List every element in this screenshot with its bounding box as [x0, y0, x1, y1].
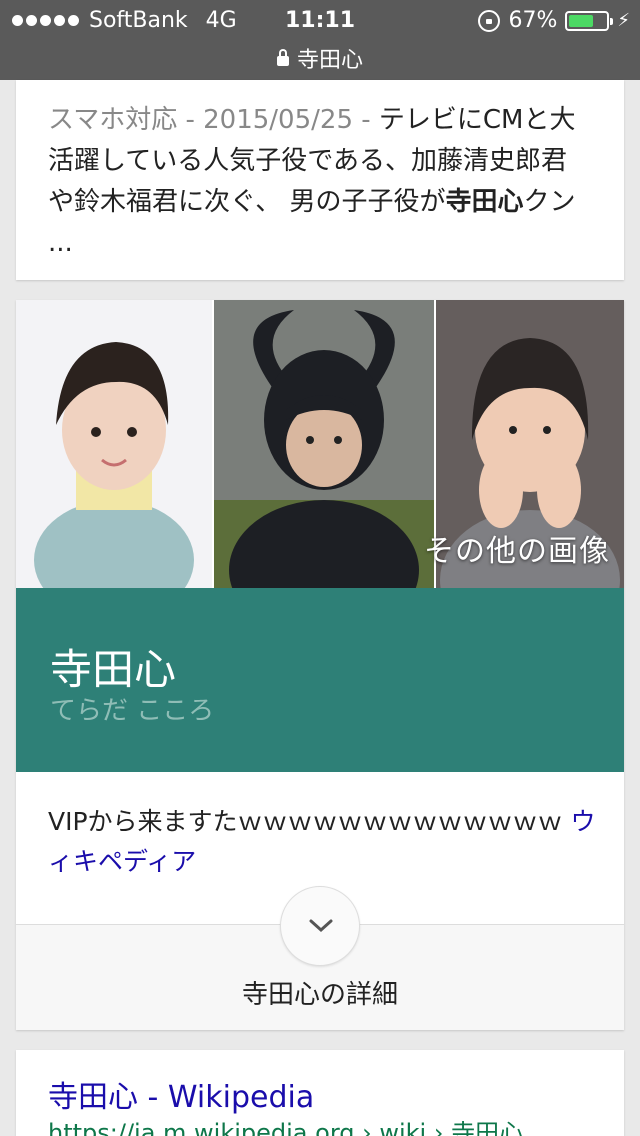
search-result-snippet-card: スマホ対応 - 2015/05/25 - テレビにCMと大活躍している人気子役で…	[16, 80, 624, 280]
status-bar: SoftBank 4G 11:11 67% ⚡ 寺田心	[0, 0, 640, 80]
rotation-lock-icon	[478, 9, 501, 32]
chevron-down-icon	[309, 919, 333, 933]
battery-icon	[565, 10, 614, 31]
snippet-meta: スマホ対応 - 2015/05/25 -	[48, 105, 379, 135]
entity-description: VIPから来ますたｗｗｗｗｗｗｗｗｗｗｗｗｗ ウィキペディア	[48, 802, 598, 882]
battery-percent: 67%	[508, 8, 558, 33]
snippet-highlight: 寺田心	[445, 187, 524, 217]
search-result-card[interactable]: 寺田心 - Wikipedia https://ja.m.wikipedia.o…	[16, 1050, 624, 1136]
knowledge-panel: その他の画像 寺田心 てらだ こころ VIPから来ますたｗｗｗｗｗｗｗｗｗｗｗｗ…	[16, 300, 624, 1030]
portrait-photo-1[interactable]	[16, 300, 212, 588]
padlock-icon	[276, 49, 289, 66]
entity-reading: てらだ こころ	[50, 696, 215, 726]
more-images-link[interactable]: その他の画像	[424, 526, 610, 570]
details-label[interactable]: 寺田心の詳細	[16, 974, 624, 1011]
result-url: https://ja.m.wikipedia.org › wiki › 寺田心	[48, 1119, 524, 1136]
result-title-link[interactable]: 寺田心 - Wikipedia	[48, 1078, 592, 1118]
entity-header: 寺田心 てらだ こころ	[16, 588, 624, 772]
description-text: VIPから来ますたｗｗｗｗｗｗｗｗｗｗｗｗｗ	[48, 807, 563, 836]
portrait-photo-2[interactable]	[214, 300, 434, 588]
image-strip[interactable]: その他の画像	[16, 300, 624, 588]
address-bar[interactable]: 寺田心	[0, 42, 640, 74]
charging-icon: ⚡	[617, 10, 630, 31]
entity-name: 寺田心	[50, 645, 177, 694]
address-bar-text: 寺田心	[296, 48, 363, 73]
expand-button[interactable]	[280, 886, 360, 966]
